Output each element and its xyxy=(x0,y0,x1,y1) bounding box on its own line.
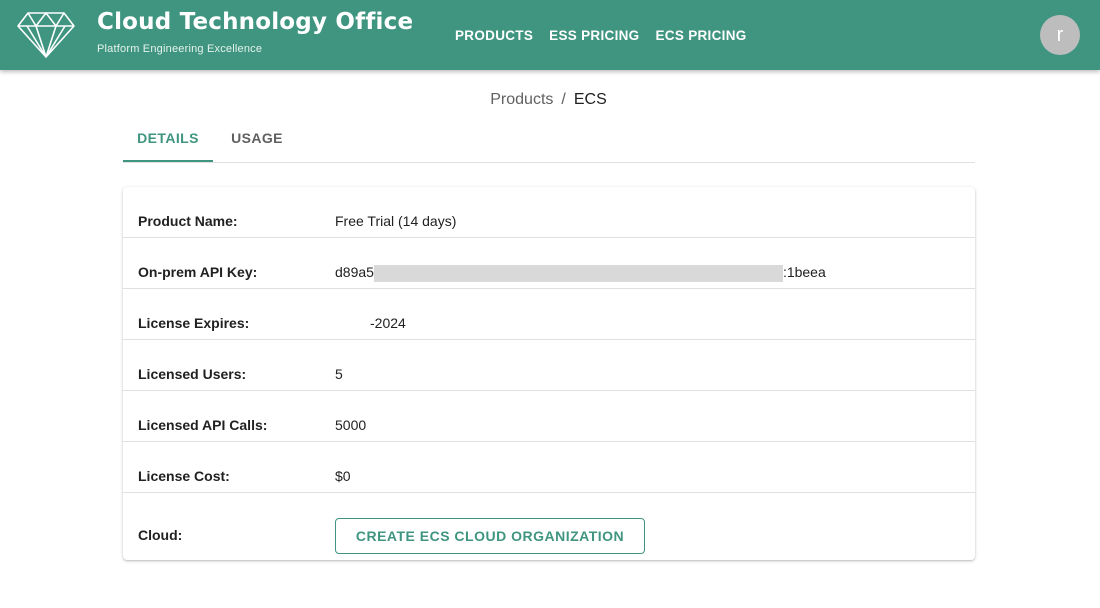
license-expires-label: License Expires: xyxy=(138,315,250,331)
license-cost-value: $0 xyxy=(335,468,351,484)
licensed-api-calls-value: 5000 xyxy=(335,417,367,433)
row-product-name: Product Name: Free Trial (14 days) xyxy=(123,187,975,238)
licensed-api-calls-label: Licensed API Calls: xyxy=(138,417,268,433)
breadcrumb-current: ECS xyxy=(573,91,607,108)
app-header: Cloud Technology Office Platform Enginee… xyxy=(0,0,1100,70)
breadcrumb: Products / ECS xyxy=(0,91,1097,109)
nav-ess-pricing[interactable]: ESS PRICING xyxy=(541,20,647,51)
main-nav: PRODUCTS ESS PRICING ECS PRICING xyxy=(447,0,755,70)
licensed-users-label: Licensed Users: xyxy=(138,366,247,382)
api-key-label: On-prem API Key: xyxy=(138,264,258,280)
row-licensed-api-calls: Licensed API Calls: 5000 xyxy=(123,391,975,442)
api-key-end: :1beea xyxy=(782,264,826,280)
tab-bar: DETAILS USAGE xyxy=(123,113,975,163)
diamond-icon[interactable] xyxy=(16,10,76,60)
details-card: Product Name: Free Trial (14 days) On-pr… xyxy=(123,187,975,560)
api-key-start: d89a5 xyxy=(335,264,374,280)
breadcrumb-separator: / xyxy=(561,91,566,108)
product-name-label: Product Name: xyxy=(138,213,238,229)
license-expires-value: -2024 xyxy=(370,315,406,331)
app-title: Cloud Technology Office xyxy=(97,9,414,35)
active-tab-indicator xyxy=(123,160,213,162)
app-subtitle: Platform Engineering Excellence xyxy=(97,43,263,55)
user-avatar[interactable]: r xyxy=(1040,15,1080,55)
cloud-label: Cloud: xyxy=(138,527,183,543)
api-key-value: d89a5 :1beea xyxy=(335,264,826,282)
row-licensed-users: Licensed Users: 5 xyxy=(123,340,975,391)
nav-ecs-pricing[interactable]: ECS PRICING xyxy=(647,20,754,51)
row-license-cost: License Cost: $0 xyxy=(123,442,975,493)
breadcrumb-products[interactable]: Products xyxy=(490,91,553,108)
row-license-expires: License Expires: -2024 xyxy=(123,289,975,340)
licensed-users-value: 5 xyxy=(335,366,343,382)
nav-products[interactable]: PRODUCTS xyxy=(447,20,541,51)
product-name-value: Free Trial (14 days) xyxy=(335,213,457,229)
row-api-key: On-prem API Key: d89a5 :1beea xyxy=(123,238,975,289)
tab-usage[interactable]: USAGE xyxy=(213,113,301,162)
create-cloud-organization-button[interactable]: CREATE ECS CLOUD ORGANIZATION xyxy=(335,518,645,554)
tab-details[interactable]: DETAILS xyxy=(123,113,213,162)
api-key-redaction xyxy=(373,264,783,282)
license-cost-label: License Cost: xyxy=(138,468,230,484)
